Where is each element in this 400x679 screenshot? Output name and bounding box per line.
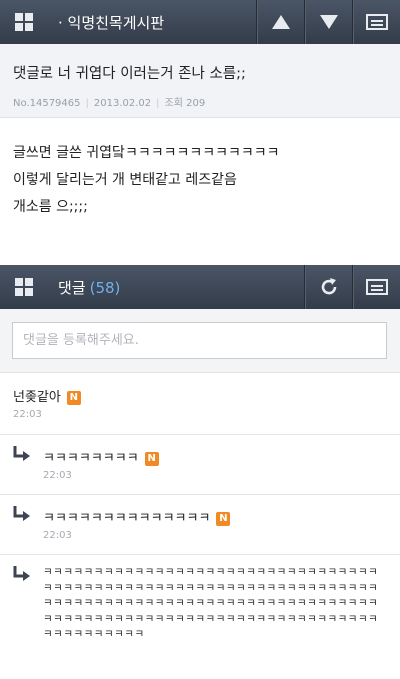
page: · 익명친목게시판 댓글로 너 귀엽다 이러는거 존나 소름;; No.1457… — [0, 0, 400, 679]
reply-arrow-icon — [13, 566, 30, 581]
arrow-down-icon — [319, 15, 338, 29]
comment-time: 22:03 — [13, 409, 42, 420]
new-badge: N — [66, 391, 81, 405]
post-title: 댓글로 너 귀엽다 이러는거 존나 소름;; — [13, 66, 246, 82]
reply-arrow-icon — [13, 506, 30, 521]
arrow-up-icon — [271, 15, 290, 29]
comment-text-row: 넌좆같아 N — [13, 386, 81, 405]
post-date: 2013.02.02 — [93, 98, 152, 109]
comment-text: ㅋㅋㅋㅋㅋㅋㅋㅋ — [43, 451, 139, 466]
top-bar: · 익명친목게시판 — [0, 0, 400, 44]
reply-item: ㅋㅋㅋㅋㅋㅋㅋㅋㅋㅋㅋㅋㅋㅋ N 22:03 — [0, 495, 400, 555]
prev-post-button[interactable] — [256, 0, 304, 44]
post-header: 댓글로 너 귀엽다 이러는거 존나 소름;; No.14579465 | 2013.… — [0, 44, 400, 118]
grid-icon — [15, 13, 33, 31]
grid-menu-button[interactable] — [0, 265, 48, 309]
post-body-line: 개소름 으;;;; — [13, 199, 88, 215]
reply-arrow-icon — [13, 446, 30, 461]
refresh-icon — [321, 278, 336, 295]
post-body-line: 이렇게 달리는거 개 변태같고 레즈같음 — [13, 172, 237, 188]
comment-text-row: ㅋㅋㅋㅋㅋㅋㅋㅋㅋㅋㅋㅋㅋㅋ N — [43, 507, 231, 526]
post-body: 글쓰면 글쓴 귀엽닼ㅋㅋㅋㅋㅋㅋㅋㅋㅋㅋㅋㅋ 이렇게 달리는거 개 변태같고 레… — [13, 140, 393, 221]
reply-item: ㅋㅋㅋㅋㅋㅋㅋㅋㅋㅋㅋㅋㅋㅋㅋㅋㅋㅋㅋㅋㅋㅋㅋㅋㅋㅋㅋㅋㅋㅋㅋㅋㅋㅋㅋㅋㅋㅋㅋㅋ… — [0, 555, 400, 679]
board-title: · 익명친목게시판 — [58, 13, 165, 32]
refresh-button[interactable] — [304, 265, 352, 309]
post-meta: No.14579465 | 2013.02.02 | 조회 209 — [13, 94, 205, 109]
menu-icon — [365, 279, 388, 295]
comment-time: 22:03 — [43, 470, 72, 481]
menu-button[interactable] — [352, 265, 400, 309]
post-number: No.14579465 — [13, 98, 81, 109]
comment-time: 22:03 — [43, 530, 72, 541]
comment-input[interactable] — [12, 322, 387, 359]
meta-divider: | — [156, 98, 160, 109]
reply-item: ㅋㅋㅋㅋㅋㅋㅋㅋ N 22:03 — [0, 435, 400, 495]
menu-icon — [365, 14, 388, 30]
comment-item: 넌좆같아 N 22:03 — [0, 373, 400, 435]
comment-count: (58) — [89, 278, 121, 297]
next-post-button[interactable] — [304, 0, 352, 44]
grid-menu-button[interactable] — [0, 0, 48, 44]
comment-text: ㅋㅋㅋㅋㅋㅋㅋㅋㅋㅋㅋㅋㅋㅋ — [43, 511, 211, 526]
post-views: 조회 209 — [164, 98, 206, 109]
new-badge: N — [216, 512, 231, 526]
comments-label: 댓글 — [58, 278, 86, 297]
comments-bar: 댓글 (58) — [0, 265, 400, 309]
comment-input-area — [0, 309, 400, 373]
comment-text: 넌좆같아 — [13, 390, 61, 405]
comment-text: ㅋㅋㅋㅋㅋㅋㅋㅋㅋㅋㅋㅋㅋㅋㅋㅋㅋㅋㅋㅋㅋㅋㅋㅋㅋㅋㅋㅋㅋㅋㅋㅋㅋㅋㅋㅋㅋㅋㅋㅋ… — [43, 566, 379, 640]
grid-icon — [15, 278, 33, 296]
post-body-line: 글쓰면 글쓴 귀엽닼ㅋㅋㅋㅋㅋㅋㅋㅋㅋㅋㅋㅋ — [13, 145, 280, 161]
comment-text-row: ㅋㅋㅋㅋㅋㅋㅋㅋ N — [43, 447, 159, 466]
menu-button[interactable] — [352, 0, 400, 44]
new-badge: N — [144, 452, 159, 466]
comments-title: 댓글 (58) — [48, 277, 304, 298]
meta-divider: | — [85, 98, 89, 109]
